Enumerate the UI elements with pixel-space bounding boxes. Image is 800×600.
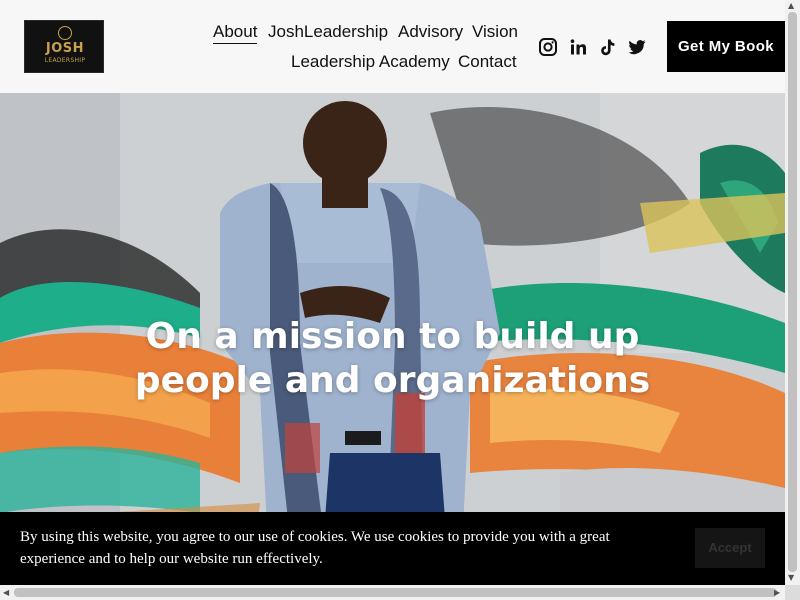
hero-heading: On a mission to build up people and orga…	[0, 315, 785, 403]
logo-text-main: JOSH	[45, 41, 85, 56]
nav-vision[interactable]: Vision	[472, 22, 518, 42]
nav-contact[interactable]: Contact	[458, 52, 517, 72]
instagram-icon[interactable]	[538, 37, 558, 57]
hero-heading-line-1: On a mission to build up	[145, 316, 640, 357]
scroll-left-arrow-icon[interactable]: ◀	[3, 588, 9, 598]
cookie-banner: By using this website, you agree to our …	[0, 512, 785, 585]
site-header: JOSH LEADERSHIP About JoshLeadership Adv…	[0, 0, 785, 93]
nav-joshleadership[interactable]: JoshLeadership	[268, 22, 388, 42]
scroll-right-arrow-icon[interactable]: ▶	[774, 588, 780, 598]
nav-about[interactable]: About	[213, 22, 258, 44]
horizontal-scrollbar-thumb[interactable]	[14, 588, 777, 597]
cookie-message: By using this website, you agree to our …	[20, 529, 610, 567]
logo-text-sub: LEADERSHIP	[44, 57, 86, 64]
nav-leadership-academy[interactable]: Leadership Academy	[291, 52, 450, 72]
nav-advisory[interactable]: Advisory	[398, 22, 463, 42]
linkedin-icon[interactable]	[568, 37, 588, 57]
tiktok-icon[interactable]	[597, 37, 617, 57]
hero-heading-line-2: people and organizations	[134, 360, 651, 401]
twitter-icon[interactable]	[627, 37, 647, 57]
scroll-down-arrow-icon[interactable]: ▼	[788, 573, 794, 583]
accept-cookies-button[interactable]: Accept	[695, 528, 765, 568]
logo-emblem	[58, 26, 72, 40]
josh-leadership-logo[interactable]: JOSH LEADERSHIP	[24, 20, 104, 73]
get-my-book-button[interactable]: Get My Book	[667, 21, 785, 72]
vertical-scrollbar-thumb[interactable]	[788, 12, 797, 572]
scrollbar-corner	[785, 585, 800, 600]
scroll-up-arrow-icon[interactable]: ▲	[788, 1, 794, 11]
